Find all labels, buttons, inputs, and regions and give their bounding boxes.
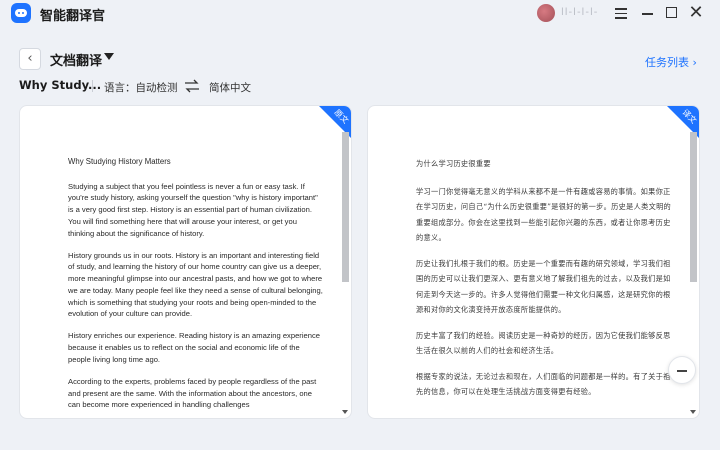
source-title: Why Studying History Matters: [68, 157, 171, 166]
source-document-panel[interactable]: Why Studying History Matters Studying a …: [19, 105, 352, 419]
scroll-down-arrow[interactable]: [342, 410, 348, 414]
translation-paragraph: 历史丰富了我们的经验。阅读历史是一种奇妙的经历，因为它使我们能够反思生活在很久以…: [416, 330, 671, 356]
title-bar: 智能翻译官 ll-l-l-l- ✕: [0, 0, 720, 26]
source-language-selector[interactable]: 语言：自动检测: [104, 80, 178, 95]
target-language-selector[interactable]: 简体中文: [209, 80, 251, 95]
minimize-icon[interactable]: [637, 3, 657, 23]
translated-document: 为什么学习历史很重要 学习一门你觉得毫无意义的学科从来都不是一件有趣或容易的事情…: [416, 156, 672, 410]
collapse-icon: [677, 370, 687, 372]
back-arrow-icon: ‹: [27, 51, 33, 66]
scroll-thumb[interactable]: [690, 132, 697, 282]
app-logo-icon: [11, 3, 31, 23]
dropdown-caret-icon[interactable]: [104, 53, 114, 60]
translation-title: 为什么学习历史很重要: [416, 159, 491, 168]
menu-icon[interactable]: [611, 3, 631, 23]
document-name: Why Study...: [19, 78, 102, 92]
scroll-thumb[interactable]: [342, 132, 349, 282]
source-paragraph: History enriches our experience. Reading…: [68, 331, 320, 364]
translation-paragraph: 根据专家的说法，无论过去和现在，人们面临的问题都是一样的。有了关于祖先的信息，你…: [416, 371, 671, 397]
scroll-down-arrow[interactable]: [690, 410, 696, 414]
task-list-link[interactable]: 任务列表 ›: [645, 54, 697, 70]
username[interactable]: ll-l-l-l-: [561, 7, 598, 18]
back-button[interactable]: ‹: [19, 48, 41, 70]
scrollbar[interactable]: [341, 118, 349, 414]
app-title: 智能翻译官: [40, 9, 106, 24]
avatar[interactable]: [537, 4, 555, 22]
translation-paragraph: 学习一门你觉得毫无意义的学科从来都不是一件有趣或容易的事情。如果你正在学习历史，…: [416, 186, 672, 243]
page-title[interactable]: 文档翻译: [50, 50, 102, 69]
source-paragraph: Studying a subject that you feel pointle…: [68, 181, 318, 238]
collapse-button[interactable]: [668, 356, 696, 384]
source-paragraph: According to the experts, problems faced…: [68, 377, 317, 410]
divider: [92, 80, 93, 92]
translation-paragraph: 历史让我们扎根于我们的根。历史是一个重要而有趣的研究领域，学习我们祖国的历史可以…: [416, 258, 671, 315]
translation-document-panel[interactable]: 为什么学习历史很重要 学习一门你觉得毫无意义的学科从来都不是一件有趣或容易的事情…: [367, 105, 700, 419]
close-icon[interactable]: ✕: [686, 3, 706, 23]
swap-arrows-icon[interactable]: [184, 79, 200, 93]
source-document: Why Studying History Matters Studying a …: [68, 156, 324, 418]
source-paragraph: History grounds us in our roots. History…: [68, 250, 323, 319]
maximize-icon[interactable]: [661, 3, 681, 23]
